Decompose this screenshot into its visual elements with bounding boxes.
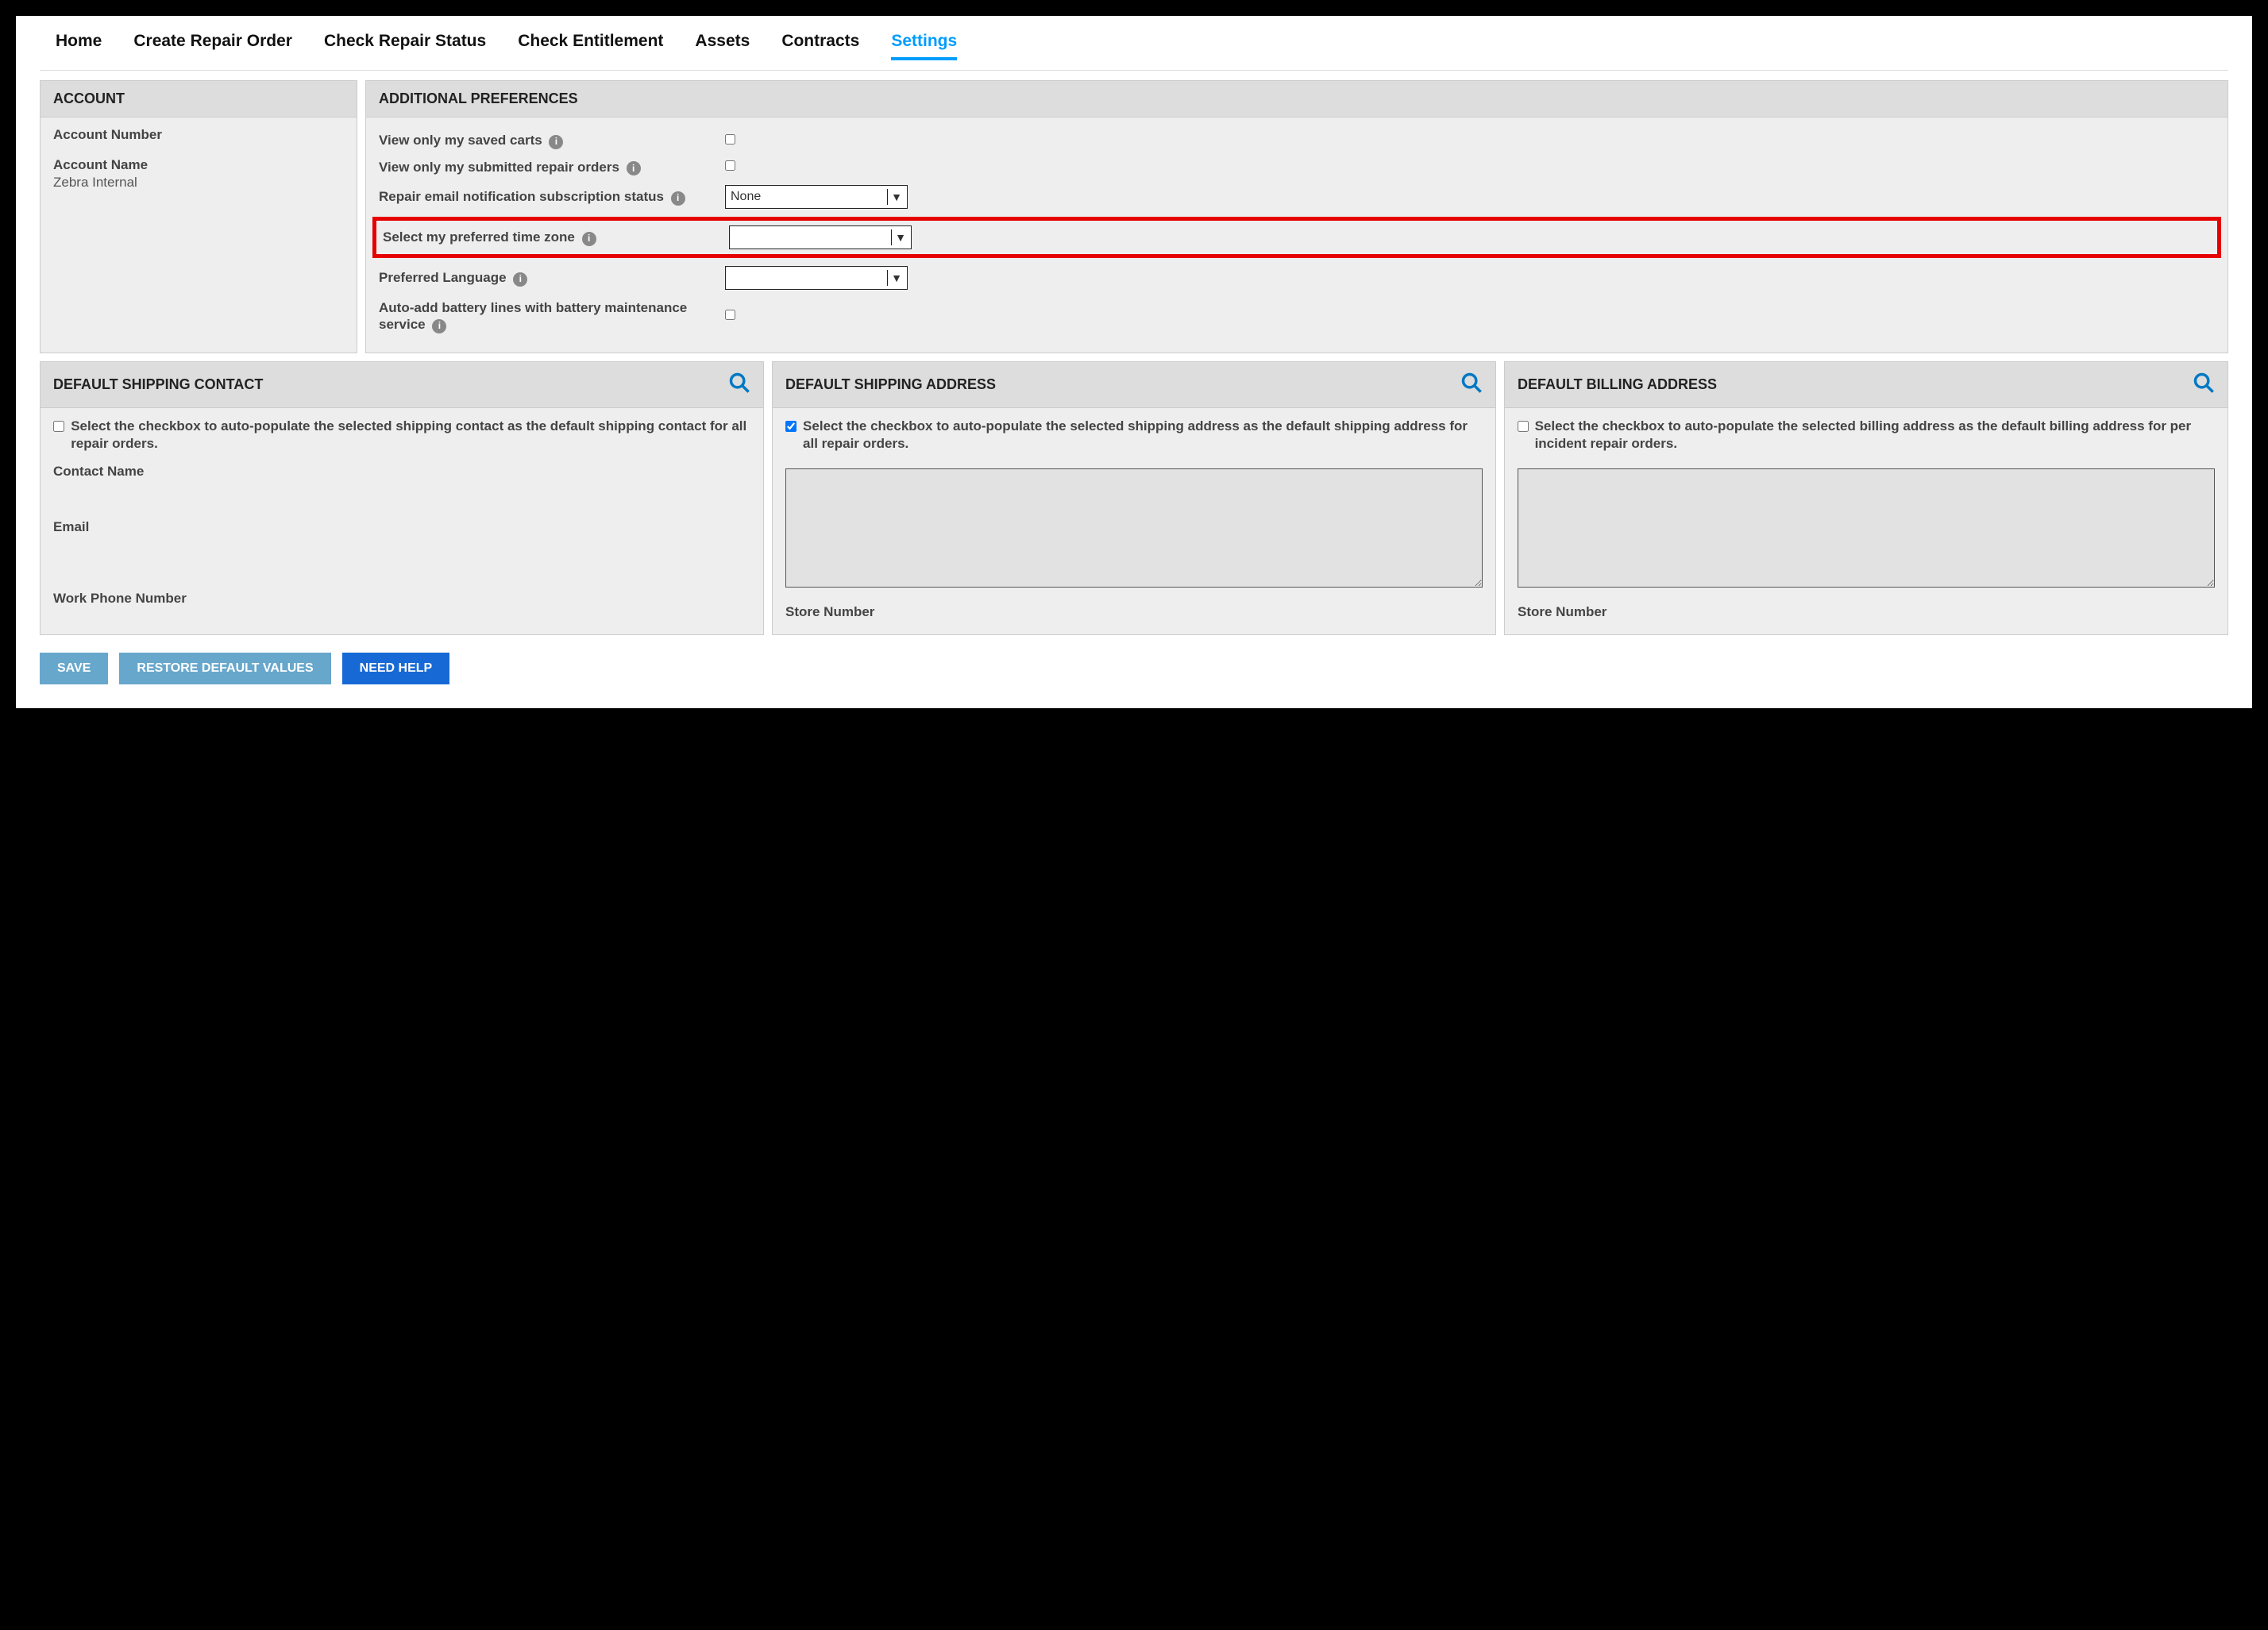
info-icon[interactable]: i bbox=[582, 232, 596, 246]
nav-check-entitlement[interactable]: Check Entitlement bbox=[518, 32, 663, 60]
contact-phone-label: Work Phone Number bbox=[53, 591, 750, 607]
info-icon[interactable]: i bbox=[671, 191, 685, 206]
chevron-down-icon: ▼ bbox=[891, 272, 902, 284]
shipping-contact-checkbox-text: Select the checkbox to auto-populate the… bbox=[71, 418, 750, 453]
billing-store-number-label: Store Number bbox=[1518, 604, 2215, 620]
billing-address-auto-checkbox[interactable] bbox=[1518, 420, 1529, 433]
pref-auto-battery-checkbox[interactable] bbox=[725, 310, 735, 320]
shipping-contact-panel: DEFAULT SHIPPING CONTACT Select the chec… bbox=[40, 361, 764, 635]
account-panel: ACCOUNT Account Number Account Name Zebr… bbox=[40, 80, 357, 353]
nav-create-repair-order[interactable]: Create Repair Order bbox=[133, 32, 292, 60]
need-help-button[interactable]: NEED HELP bbox=[342, 653, 450, 684]
pref-saved-carts-label: View only my saved carts bbox=[379, 133, 542, 148]
shipping-contact-auto-checkbox[interactable] bbox=[53, 420, 64, 433]
pref-saved-carts-checkbox[interactable] bbox=[725, 134, 735, 145]
shipping-address-title: DEFAULT SHIPPING ADDRESS bbox=[785, 376, 996, 393]
pref-timezone-row-highlight: Select my preferred time zone i ▼ bbox=[372, 217, 2221, 258]
account-number-label: Account Number bbox=[53, 127, 344, 143]
billing-address-panel: DEFAULT BILLING ADDRESS Select the check… bbox=[1504, 361, 2228, 635]
preferences-panel: ADDITIONAL PREFERENCES View only my save… bbox=[365, 80, 2228, 353]
shipping-address-panel: DEFAULT SHIPPING ADDRESS Select the chec… bbox=[772, 361, 1496, 635]
pref-submitted-orders-label: View only my submitted repair orders bbox=[379, 160, 619, 175]
billing-address-checkbox-text: Select the checkbox to auto-populate the… bbox=[1535, 418, 2215, 453]
search-icon[interactable] bbox=[728, 372, 750, 398]
info-icon[interactable]: i bbox=[513, 272, 527, 287]
restore-defaults-button[interactable]: RESTORE DEFAULT VALUES bbox=[119, 653, 330, 684]
preferences-panel-title: ADDITIONAL PREFERENCES bbox=[366, 81, 2228, 118]
pref-auto-battery-row: Auto-add battery lines with battery main… bbox=[379, 295, 2215, 338]
pref-language-label: Preferred Language bbox=[379, 270, 507, 285]
account-name-label: Account Name bbox=[53, 157, 344, 173]
shipping-address-checkbox-text: Select the checkbox to auto-populate the… bbox=[803, 418, 1483, 453]
nav-assets[interactable]: Assets bbox=[695, 32, 750, 60]
pref-timezone-label: Select my preferred time zone bbox=[383, 229, 575, 245]
billing-address-textarea[interactable] bbox=[1518, 468, 2215, 588]
save-button[interactable]: SAVE bbox=[40, 653, 108, 684]
app-frame: Home Create Repair Order Check Repair St… bbox=[16, 16, 2252, 708]
search-icon[interactable] bbox=[2193, 372, 2215, 398]
pref-submitted-orders-checkbox[interactable] bbox=[725, 160, 735, 171]
top-grid: ACCOUNT Account Number Account Name Zebr… bbox=[40, 80, 2228, 353]
pref-submitted-orders-row: View only my submitted repair orders i bbox=[379, 154, 2215, 181]
pref-email-sub-select[interactable]: None ▼ bbox=[725, 185, 908, 209]
contact-name-label: Contact Name bbox=[53, 464, 750, 480]
pref-email-sub-value: None bbox=[731, 190, 884, 204]
pref-language-select[interactable]: ▼ bbox=[725, 266, 908, 290]
nav-contracts[interactable]: Contracts bbox=[781, 32, 859, 60]
button-row: SAVE RESTORE DEFAULT VALUES NEED HELP bbox=[40, 653, 2228, 684]
nav-home[interactable]: Home bbox=[56, 32, 102, 60]
pref-email-sub-label: Repair email notification subscription s… bbox=[379, 189, 664, 204]
nav-check-repair-status[interactable]: Check Repair Status bbox=[324, 32, 486, 60]
nav-settings[interactable]: Settings bbox=[891, 32, 957, 60]
shipping-contact-title: DEFAULT SHIPPING CONTACT bbox=[53, 376, 263, 393]
search-icon[interactable] bbox=[1460, 372, 1483, 398]
shipping-address-auto-checkbox[interactable] bbox=[785, 420, 796, 433]
pref-saved-carts-row: View only my saved carts i bbox=[379, 127, 2215, 154]
top-nav: Home Create Repair Order Check Repair St… bbox=[40, 24, 2228, 71]
chevron-down-icon: ▼ bbox=[891, 191, 902, 203]
lower-grid: DEFAULT SHIPPING CONTACT Select the chec… bbox=[40, 361, 2228, 635]
info-icon[interactable]: i bbox=[549, 135, 563, 149]
contact-email-label: Email bbox=[53, 519, 750, 535]
info-icon[interactable]: i bbox=[432, 319, 446, 333]
account-panel-title: ACCOUNT bbox=[40, 81, 357, 118]
shipping-address-textarea[interactable] bbox=[785, 468, 1483, 588]
pref-language-row: Preferred Language i ▼ bbox=[379, 261, 2215, 295]
pref-email-sub-row: Repair email notification subscription s… bbox=[379, 180, 2215, 214]
shipping-store-number-label: Store Number bbox=[785, 604, 1483, 620]
account-name-value: Zebra Internal bbox=[53, 175, 344, 191]
info-icon[interactable]: i bbox=[627, 161, 641, 175]
pref-auto-battery-label: Auto-add battery lines with battery main… bbox=[379, 300, 687, 332]
pref-timezone-select[interactable]: ▼ bbox=[729, 225, 912, 249]
chevron-down-icon: ▼ bbox=[895, 231, 906, 244]
billing-address-title: DEFAULT BILLING ADDRESS bbox=[1518, 376, 1717, 393]
